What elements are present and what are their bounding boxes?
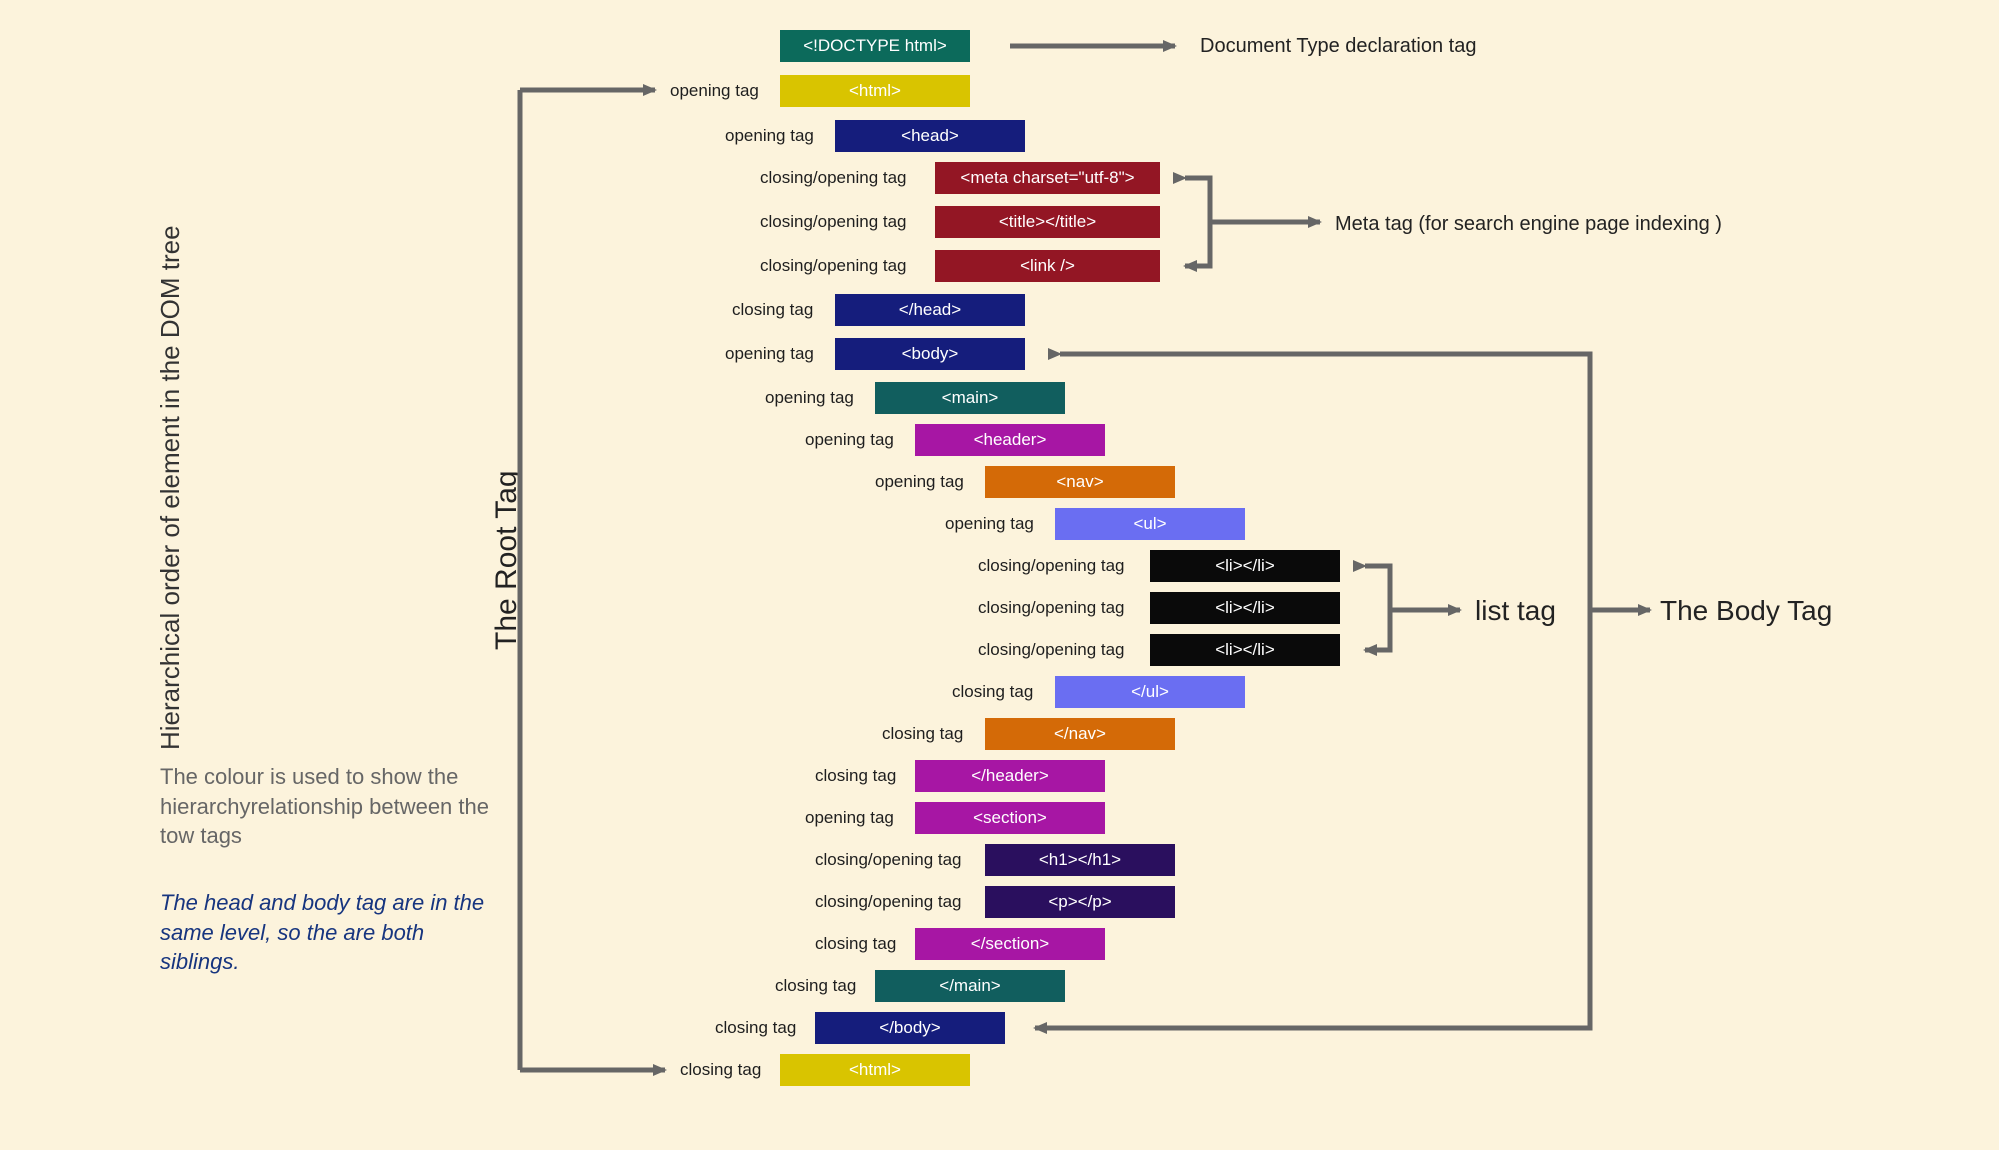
label-nav-close: closing tag: [882, 724, 963, 744]
label-header-open: opening tag: [805, 430, 894, 450]
tag-header-open: <header>: [915, 424, 1105, 456]
tag-li1: <li></li>: [1150, 550, 1340, 582]
label-section-open: opening tag: [805, 808, 894, 828]
label-head-close: closing tag: [732, 300, 813, 320]
tag-li2: <li></li>: [1150, 592, 1340, 624]
label-title: closing/opening tag: [760, 212, 907, 232]
label-html-close: closing tag: [680, 1060, 761, 1080]
tag-nav-close: </nav>: [985, 718, 1175, 750]
doctype-annotation: Document Type declaration tag: [1200, 35, 1476, 58]
tag-title: <title></title>: [935, 206, 1160, 238]
tag-section-open: <section>: [915, 802, 1105, 834]
tag-html-close: <html>: [780, 1054, 970, 1086]
tag-doctype: <!DOCTYPE html>: [780, 30, 970, 62]
tag-nav-open: <nav>: [985, 466, 1175, 498]
vertical-title: Hierarchical order of element in the DOM…: [155, 225, 186, 750]
root-tag-label: The Root Tag: [490, 470, 524, 650]
label-p: closing/opening tag: [815, 892, 962, 912]
tag-head-close: </head>: [835, 294, 1025, 326]
label-ul-open: opening tag: [945, 514, 1034, 534]
label-main-close: closing tag: [775, 976, 856, 996]
label-li3: closing/opening tag: [978, 640, 1125, 660]
label-li1: closing/opening tag: [978, 556, 1125, 576]
body-annotation: The Body Tag: [1660, 595, 1832, 627]
label-ul-close: closing tag: [952, 682, 1033, 702]
tag-header-close: </header>: [915, 760, 1105, 792]
color-explanation-note: The colour is used to show the hierarchy…: [160, 762, 500, 851]
label-head-open: opening tag: [725, 126, 814, 146]
tag-li3: <li></li>: [1150, 634, 1340, 666]
label-section-close: closing tag: [815, 934, 896, 954]
label-header-close: closing tag: [815, 766, 896, 786]
tag-h1: <h1></h1>: [985, 844, 1175, 876]
tag-p: <p></p>: [985, 886, 1175, 918]
label-li2: closing/opening tag: [978, 598, 1125, 618]
tag-ul-open: <ul>: [1055, 508, 1245, 540]
label-meta: closing/opening tag: [760, 168, 907, 188]
list-annotation: list tag: [1475, 595, 1556, 627]
label-body-open: opening tag: [725, 344, 814, 364]
tag-body-close: </body>: [815, 1012, 1005, 1044]
label-nav-open: opening tag: [875, 472, 964, 492]
label-main-open: opening tag: [765, 388, 854, 408]
meta-annotation: Meta tag (for search engine page indexin…: [1335, 213, 1722, 236]
tag-main-open: <main>: [875, 382, 1065, 414]
tag-meta: <meta charset="utf-8">: [935, 162, 1160, 194]
tag-body-open: <body>: [835, 338, 1025, 370]
tag-link: <link />: [935, 250, 1160, 282]
tag-ul-close: </ul>: [1055, 676, 1245, 708]
tag-head-open: <head>: [835, 120, 1025, 152]
label-link: closing/opening tag: [760, 256, 907, 276]
diagram-stage: Hierarchical order of element in the DOM…: [0, 0, 1999, 1150]
label-body-close: closing tag: [715, 1018, 796, 1038]
tag-main-close: </main>: [875, 970, 1065, 1002]
tag-section-close: </section>: [915, 928, 1105, 960]
label-h1: closing/opening tag: [815, 850, 962, 870]
label-html-open: opening tag: [670, 81, 759, 101]
tag-html-open: <html>: [780, 75, 970, 107]
sibling-note: The head and body tag are in the same le…: [160, 888, 500, 977]
